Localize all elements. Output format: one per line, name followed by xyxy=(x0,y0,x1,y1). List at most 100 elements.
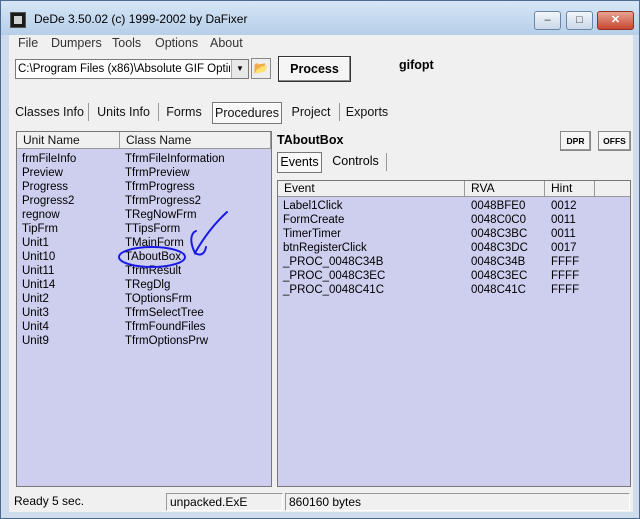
table-row[interactable]: Progress TfrmProgress xyxy=(17,180,271,194)
dpr-button[interactable]: DPR xyxy=(560,131,591,151)
unit-name-cell: Unit2 xyxy=(22,293,49,305)
menu-dumpers[interactable]: Dumpers xyxy=(51,36,102,50)
hint-cell: FFFF xyxy=(551,284,580,296)
table-row[interactable]: Unit2 TOptionsFrm xyxy=(17,292,271,306)
tab-project[interactable]: Project xyxy=(285,102,337,124)
class-name-cell: TRegDlg xyxy=(125,279,171,291)
table-row[interactable]: Preview TfrmPreview xyxy=(17,166,271,180)
close-button[interactable]: ✕ xyxy=(597,11,634,30)
table-row[interactable]: Progress2 TfrmProgress2 xyxy=(17,194,271,208)
units-list-header: Unit Name Class Name xyxy=(17,132,271,149)
unit-name-cell: Progress xyxy=(22,181,69,193)
rva-cell: 0048C34B xyxy=(471,256,526,268)
chevron-down-icon[interactable]: ▼ xyxy=(231,60,248,78)
file-path-combobox[interactable]: C:\Program Files (x86)\Absolute GIF Opti… xyxy=(15,59,249,79)
tab-events[interactable]: Events xyxy=(277,152,322,173)
status-size: 860160 bytes xyxy=(285,493,630,511)
class-name-cell: TfrmPreview xyxy=(125,167,190,179)
tab-divider xyxy=(88,103,89,121)
rva-cell: 0048BFE0 xyxy=(471,200,526,212)
event-name-cell: Label1Click xyxy=(283,200,343,212)
folder-open-icon: 📂 xyxy=(253,61,269,75)
tab-divider xyxy=(386,153,387,171)
class-name-cell: TAboutBox xyxy=(125,251,182,263)
event-name-cell: _PROC_0048C41C xyxy=(283,284,385,296)
event-name-cell: TimerTimer xyxy=(283,228,341,240)
tab-exports[interactable]: Exports xyxy=(342,102,392,124)
units-listview[interactable]: Unit Name Class Name frmFileInfo TfrmFile… xyxy=(16,131,272,487)
event-name-cell: btnRegisterClick xyxy=(283,242,367,254)
table-row[interactable]: Unit14 TRegDlg xyxy=(17,278,271,292)
table-row[interactable]: Unit1 TMainForm xyxy=(17,236,271,250)
column-class-name[interactable]: Class Name xyxy=(120,132,271,149)
class-name-cell: TRegNowFrm xyxy=(125,209,197,221)
tab-classes-info[interactable]: Classes Info xyxy=(13,102,86,124)
unit-name-cell: Unit9 xyxy=(22,335,49,347)
status-mode: unpacked.ExE xyxy=(166,493,283,511)
table-row[interactable]: FormCreate 0048C0C0 0011 xyxy=(278,213,630,227)
class-name-cell: TMainForm xyxy=(125,237,184,249)
maximize-button[interactable]: □ xyxy=(566,11,593,30)
column-rva[interactable]: RVA xyxy=(465,181,545,197)
hint-cell: 0011 xyxy=(551,214,576,226)
class-name-cell: TTipsForm xyxy=(125,223,181,235)
open-folder-button[interactable]: 📂 xyxy=(251,58,271,79)
table-row[interactable]: _PROC_0048C41C 0048C41C FFFF xyxy=(278,283,630,297)
table-row[interactable]: frmFileInfo TfrmFileInformation xyxy=(17,152,271,166)
table-row[interactable]: Unit3 TfrmSelectTree xyxy=(17,306,271,320)
status-bar: Ready 5 sec. unpacked.ExE 860160 bytes xyxy=(9,492,633,512)
rva-cell: 0048C0C0 xyxy=(471,214,526,226)
table-row[interactable]: Unit9 TfrmOptionsPrw xyxy=(17,334,271,348)
tab-units-info[interactable]: Units Info xyxy=(91,102,156,124)
column-hint[interactable]: Hint xyxy=(545,181,595,197)
events-list-header: Event RVA Hint xyxy=(278,181,630,197)
table-row[interactable]: _PROC_0048C34B 0048C34B FFFF xyxy=(278,255,630,269)
menu-file[interactable]: File xyxy=(18,36,38,50)
table-row[interactable]: TipFrm TTipsForm xyxy=(17,222,271,236)
window-title: DeDe 3.50.02 (c) 1999-2002 by DaFixer xyxy=(34,12,248,26)
menu-bar: File Dumpers Tools Options About xyxy=(9,35,633,53)
hint-cell: FFFF xyxy=(551,256,580,268)
class-name-cell: TfrmSelectTree xyxy=(125,307,204,319)
table-row[interactable]: Label1Click 0048BFE0 0012 xyxy=(278,199,630,213)
table-row[interactable]: _PROC_0048C3EC 0048C3EC FFFF xyxy=(278,269,630,283)
minimize-button[interactable]: – xyxy=(534,11,561,30)
tab-procedures[interactable]: Procedures xyxy=(212,102,282,124)
app-window: DeDe 3.50.02 (c) 1999-2002 by DaFixer – … xyxy=(0,0,640,519)
table-row[interactable]: Unit4 TfrmFoundFiles xyxy=(17,320,271,334)
client-area: File Dumpers Tools Options About C:\Prog… xyxy=(9,35,633,512)
tab-controls[interactable]: Controls xyxy=(327,152,384,173)
event-name-cell: FormCreate xyxy=(283,214,345,226)
tab-forms[interactable]: Forms xyxy=(161,102,207,124)
table-row[interactable]: TimerTimer 0048C3BC 0011 xyxy=(278,227,630,241)
menu-about[interactable]: About xyxy=(210,36,243,50)
rva-cell: 0048C3BC xyxy=(471,228,528,240)
class-name-cell: TfrmFileInformation xyxy=(125,153,225,165)
title-bar[interactable]: DeDe 3.50.02 (c) 1999-2002 by DaFixer – … xyxy=(1,1,639,35)
class-name-cell: TOptionsFrm xyxy=(125,293,192,305)
project-name: gifopt xyxy=(399,58,434,72)
table-row[interactable]: btnRegisterClick 0048C3DC 0017 xyxy=(278,241,630,255)
menu-options[interactable]: Options xyxy=(155,36,198,50)
class-name-cell: TfrmResult xyxy=(125,265,182,277)
table-row[interactable]: Unit11 TfrmResult xyxy=(17,264,271,278)
unit-name-cell: regnow xyxy=(22,209,60,221)
event-name-cell: _PROC_0048C34B xyxy=(283,256,384,268)
column-event[interactable]: Event xyxy=(278,181,465,197)
unit-name-cell: Unit4 xyxy=(22,321,49,333)
unit-name-cell: Progress2 xyxy=(22,195,75,207)
hint-cell: 0011 xyxy=(551,228,576,240)
class-name-cell: TfrmFoundFiles xyxy=(125,321,206,333)
process-button[interactable]: Process xyxy=(278,56,351,82)
offs-button[interactable]: OFFS xyxy=(598,131,631,151)
unit-name-cell: frmFileInfo xyxy=(22,153,77,165)
events-listview[interactable]: Event RVA Hint Label1Click 0048BFE0 0012 Fo… xyxy=(277,180,631,487)
column-unit-name[interactable]: Unit Name xyxy=(17,132,120,149)
unit-name-cell: Unit14 xyxy=(22,279,56,291)
table-row[interactable]: regnow TRegNowFrm xyxy=(17,208,271,222)
selected-class-title: TAboutBox xyxy=(277,133,344,147)
unit-name-cell: Unit10 xyxy=(22,251,56,263)
menu-tools[interactable]: Tools xyxy=(112,36,141,50)
table-row[interactable]: Unit10 TAboutBox xyxy=(17,250,271,264)
class-name-cell: TfrmOptionsPrw xyxy=(125,335,209,347)
